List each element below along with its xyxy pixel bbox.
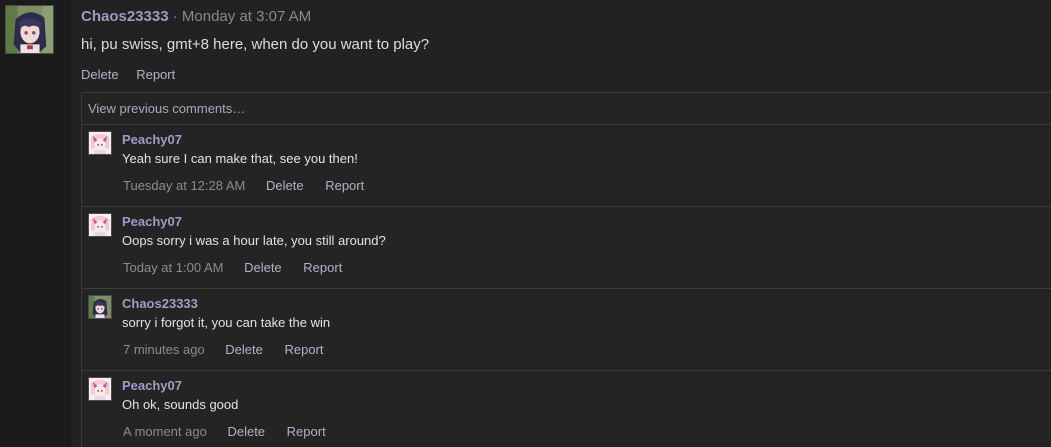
- comment-timestamp[interactable]: A moment ago: [123, 424, 207, 439]
- comment-footer: 7 minutes ago Delete Report: [123, 342, 342, 357]
- comment-timestamp[interactable]: 7 minutes ago: [123, 342, 205, 357]
- peachy-avatar[interactable]: [88, 131, 112, 155]
- comment-text: Oh ok, sounds good: [122, 397, 239, 412]
- post-delete-link[interactable]: Delete: [81, 67, 119, 82]
- comment-item: Peachy07 Oops sorry i was a hour late, y…: [82, 206, 1051, 288]
- view-previous-comments-link[interactable]: View previous comments…: [88, 101, 245, 116]
- comment-delete-link[interactable]: Delete: [244, 260, 282, 275]
- comment-item: Peachy07 Yeah sure I can make that, see …: [82, 124, 1051, 206]
- comment-footer: Today at 1:00 AM Delete Report: [123, 260, 360, 275]
- post-body-text: hi, pu swiss, gmt+8 here, when do you wa…: [81, 36, 430, 53]
- post-header: Chaos23333 · Monday at 3:07 AM: [81, 8, 311, 25]
- comment-author-link[interactable]: Peachy07: [122, 378, 182, 393]
- left-gutter: [0, 0, 70, 447]
- chaos-avatar[interactable]: [88, 295, 112, 319]
- comment-text: Yeah sure I can make that, see you then!: [122, 151, 358, 166]
- comment-delete-link[interactable]: Delete: [266, 178, 304, 193]
- comment-author-link[interactable]: Peachy07: [122, 214, 182, 229]
- comment-item: Chaos23333 sorry i forgot it, you can ta…: [82, 288, 1051, 370]
- comment-report-link[interactable]: Report: [285, 342, 324, 357]
- comment-author-link[interactable]: Peachy07: [122, 132, 182, 147]
- comment-text: Oops sorry i was a hour late, you still …: [122, 233, 386, 248]
- post-timestamp[interactable]: Monday at 3:07 AM: [182, 8, 311, 25]
- comment-item: Peachy07 Oh ok, sounds good A moment ago…: [82, 370, 1051, 447]
- comment-report-link[interactable]: Report: [287, 424, 326, 439]
- comment-author-link[interactable]: Chaos23333: [122, 296, 198, 311]
- comment-delete-link[interactable]: Delete: [225, 342, 263, 357]
- comment-timestamp[interactable]: Tuesday at 12:28 AM: [123, 178, 245, 193]
- chaos-avatar[interactable]: [5, 5, 54, 54]
- post-actions: Delete Report: [81, 67, 189, 82]
- comments-container: View previous comments… Peachy07 Yeah su…: [81, 92, 1051, 447]
- comment-footer: A moment ago Delete Report: [123, 424, 344, 439]
- comment-timestamp[interactable]: Today at 1:00 AM: [123, 260, 223, 275]
- comment-report-link[interactable]: Report: [325, 178, 364, 193]
- post-separator: ·: [172, 8, 178, 25]
- comment-footer: Tuesday at 12:28 AM Delete Report: [123, 178, 382, 193]
- comment-delete-link[interactable]: Delete: [227, 424, 265, 439]
- peachy-avatar[interactable]: [88, 213, 112, 237]
- profile-post-page: Chaos23333 · Monday at 3:07 AM hi, pu sw…: [0, 0, 1051, 447]
- post-report-link[interactable]: Report: [136, 67, 175, 82]
- gutter-divider: [70, 0, 71, 447]
- comment-text: sorry i forgot it, you can take the win: [122, 315, 331, 330]
- post-author-link[interactable]: Chaos23333: [81, 8, 169, 25]
- comment-report-link[interactable]: Report: [303, 260, 342, 275]
- peachy-avatar[interactable]: [88, 377, 112, 401]
